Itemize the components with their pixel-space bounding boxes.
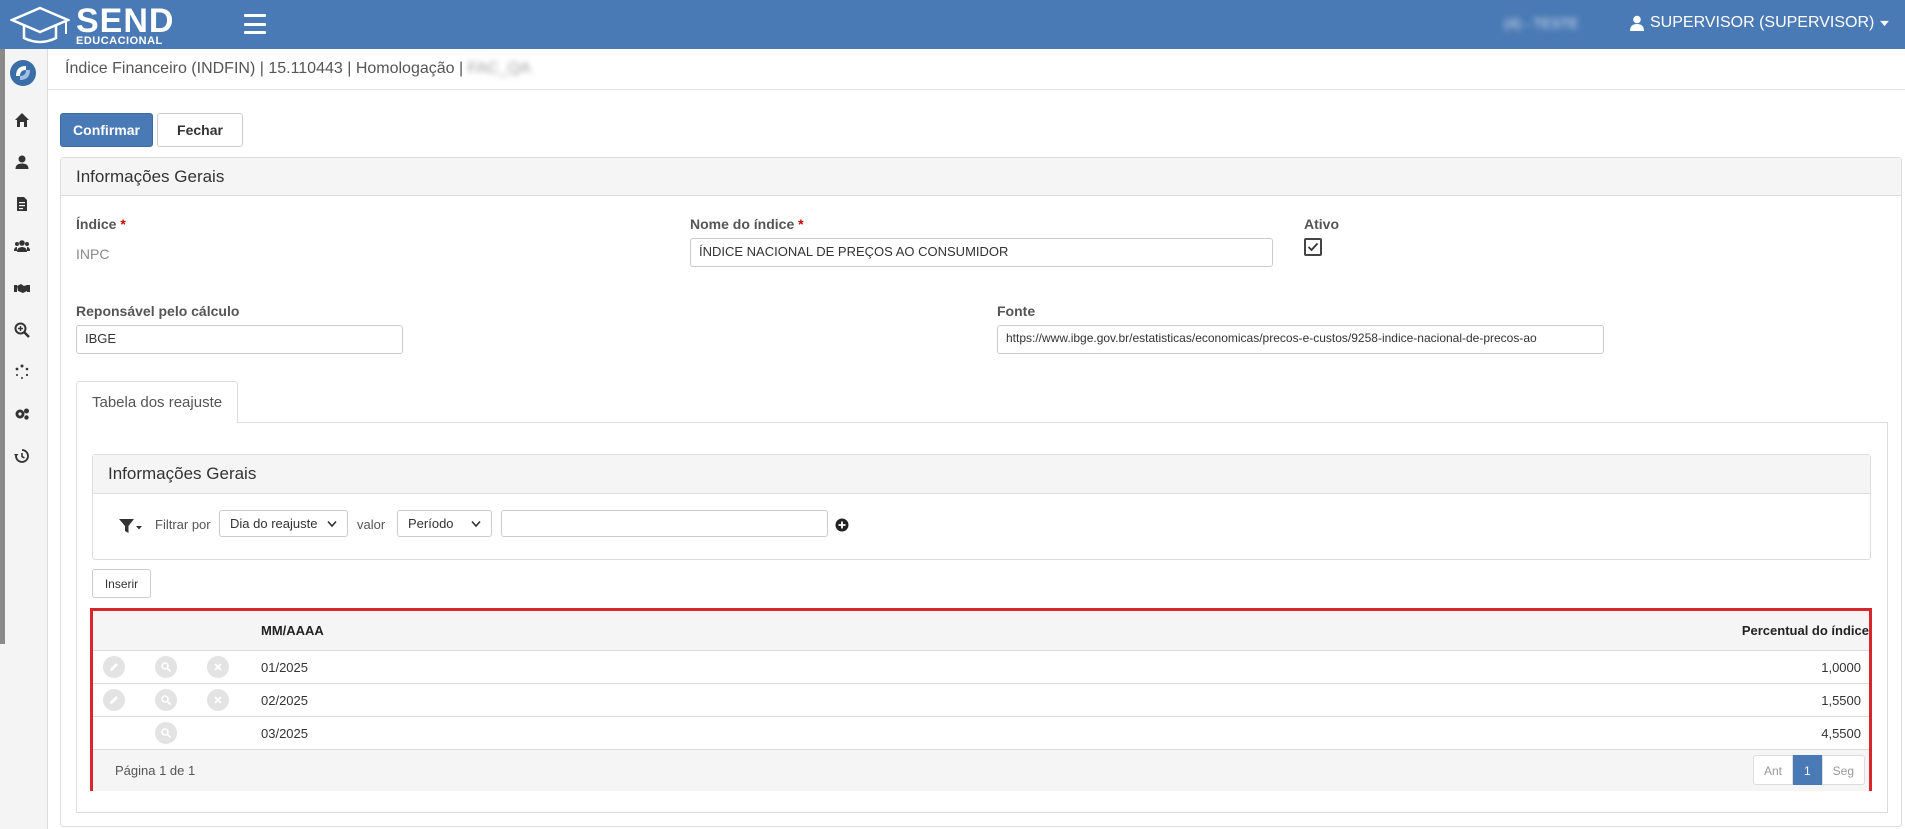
index-value: INPC bbox=[76, 246, 110, 262]
name-label: Nome do índice * bbox=[690, 216, 804, 232]
breadcrumb-text: Índice Financeiro (INDFIN) | 15.110443 |… bbox=[65, 60, 464, 77]
users-icon[interactable] bbox=[13, 237, 31, 255]
table-row: 03/2025 4,5500 bbox=[93, 717, 1869, 750]
send-logo[interactable]: SEND EDUCACIONAL bbox=[10, 4, 174, 46]
row-percent: 4,5500 bbox=[1821, 726, 1861, 741]
view-icon[interactable] bbox=[155, 656, 177, 678]
document-icon[interactable] bbox=[13, 195, 31, 213]
active-label: Ativo bbox=[1304, 216, 1339, 232]
user-label: SUPERVISOR (SUPERVISOR) bbox=[1650, 14, 1875, 31]
active-checkbox[interactable] bbox=[1304, 238, 1322, 256]
app-logo-icon[interactable] bbox=[8, 58, 38, 88]
filter-icon[interactable] bbox=[119, 518, 143, 534]
environment-selector[interactable]: (4) - TESTE bbox=[1504, 15, 1578, 31]
row-percent: 1,0000 bbox=[1821, 660, 1861, 675]
filter-by-label: Filtrar por bbox=[155, 517, 211, 532]
gears-icon[interactable] bbox=[13, 405, 31, 423]
user-icon bbox=[1630, 15, 1644, 31]
logo-main-text: SEND bbox=[76, 1, 175, 40]
source-field[interactable]: https://www.ibge.gov.br/estatisticas/eco… bbox=[997, 325, 1604, 354]
user-menu[interactable]: SUPERVISOR (SUPERVISOR) bbox=[1630, 14, 1890, 32]
breadcrumb-blurred: FAC_QA bbox=[467, 60, 531, 77]
table-row: 01/2025 1,0000 bbox=[93, 651, 1869, 684]
close-button[interactable]: Fechar bbox=[157, 113, 243, 147]
page-info: Página 1 de 1 bbox=[115, 763, 196, 778]
sidebar-scrollbar[interactable] bbox=[0, 49, 5, 644]
chevron-down-icon bbox=[327, 520, 337, 527]
search-icon[interactable] bbox=[13, 321, 31, 339]
table-row: 02/2025 1,5500 bbox=[93, 684, 1869, 717]
edit-icon[interactable] bbox=[103, 689, 125, 711]
responsible-label: Reponsável pelo cálculo bbox=[76, 303, 240, 319]
source-label: Fonte bbox=[997, 303, 1036, 319]
view-icon[interactable] bbox=[155, 722, 177, 744]
period-select[interactable]: Período bbox=[397, 510, 492, 537]
add-filter-icon[interactable] bbox=[835, 518, 849, 532]
caret-down-icon bbox=[1880, 20, 1890, 26]
row-period: 01/2025 bbox=[261, 660, 308, 675]
menu-toggle-icon[interactable] bbox=[244, 14, 266, 34]
handshake-icon[interactable] bbox=[13, 279, 31, 297]
row-percent: 1,5500 bbox=[1821, 693, 1861, 708]
top-bar: SEND EDUCACIONAL (4) - TESTE SUPERVISOR … bbox=[0, 0, 1905, 49]
delete-icon[interactable] bbox=[207, 656, 229, 678]
tab-adjustment-table[interactable]: Tabela dos reajuste bbox=[76, 381, 238, 423]
delete-icon[interactable] bbox=[207, 689, 229, 711]
filter-value-input[interactable] bbox=[501, 510, 828, 537]
user-icon[interactable] bbox=[13, 153, 31, 171]
chevron-down-icon bbox=[471, 520, 481, 527]
graduation-cap-icon bbox=[10, 6, 70, 44]
history-icon[interactable] bbox=[13, 447, 31, 465]
insert-button[interactable]: Inserir bbox=[92, 569, 151, 598]
check-icon bbox=[1307, 242, 1319, 252]
filter-panel: Informações Gerais bbox=[92, 454, 1871, 560]
adjustment-table: MM/AAAA Percentual do índice 01/2025 1,0… bbox=[90, 608, 1872, 791]
header-divider bbox=[48, 89, 1905, 90]
filter-field-select[interactable]: Dia do reajuste bbox=[219, 510, 348, 537]
responsible-field[interactable]: IBGE bbox=[76, 325, 403, 354]
next-page-button[interactable]: Seg bbox=[1821, 755, 1865, 785]
index-label: Índice * bbox=[76, 216, 126, 232]
pagination: Ant 1 Seg bbox=[1752, 755, 1865, 785]
panel-title: Informações Gerais bbox=[61, 158, 1901, 196]
breadcrumb: Índice Financeiro (INDFIN) | 15.110443 |… bbox=[65, 60, 531, 78]
confirm-button[interactable]: Confirmar bbox=[60, 113, 153, 147]
column-header-percent[interactable]: Percentual do índice bbox=[1742, 623, 1869, 638]
prev-page-button[interactable]: Ant bbox=[1752, 755, 1793, 785]
edit-icon[interactable] bbox=[103, 656, 125, 678]
filter-panel-title: Informações Gerais bbox=[93, 455, 1870, 494]
column-header-period[interactable]: MM/AAAA bbox=[261, 623, 324, 638]
view-icon[interactable] bbox=[155, 689, 177, 711]
name-field[interactable]: ÍNDICE NACIONAL DE PREÇOS AO CONSUMIDOR bbox=[690, 238, 1273, 267]
page-1-button[interactable]: 1 bbox=[1792, 755, 1822, 785]
row-period: 02/2025 bbox=[261, 693, 308, 708]
home-icon[interactable] bbox=[13, 111, 31, 129]
value-label: valor bbox=[357, 517, 386, 532]
row-period: 03/2025 bbox=[261, 726, 308, 741]
logo-sub-text: EDUCACIONAL bbox=[76, 34, 163, 47]
spinner-icon[interactable] bbox=[13, 363, 31, 381]
table-footer: Página 1 de 1 Ant 1 Seg bbox=[93, 750, 1869, 791]
table-header: MM/AAAA Percentual do índice bbox=[93, 611, 1869, 651]
